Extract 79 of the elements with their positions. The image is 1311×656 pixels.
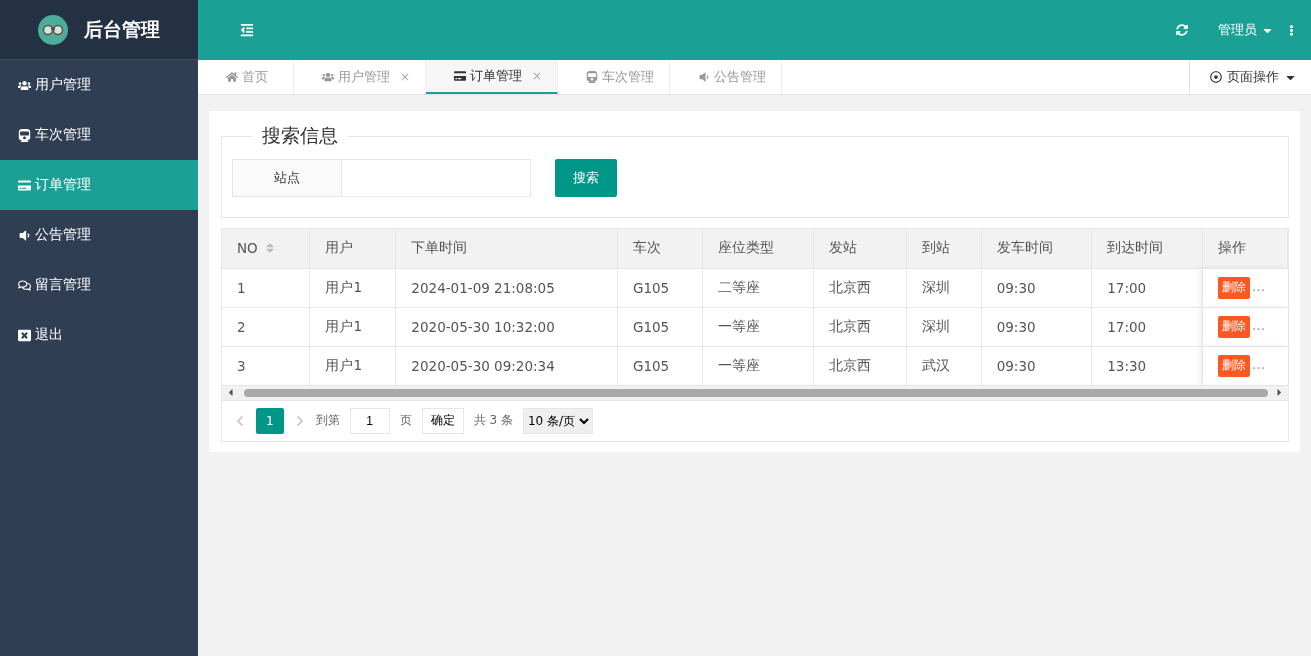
table-cell: 北京西 [813,346,907,385]
table-cell: 17:00 [1091,307,1203,346]
close-icon[interactable]: × [400,70,411,84]
search-legend: 搜索信息 [252,123,348,149]
users-icon [18,78,31,92]
close-icon[interactable]: × [532,69,543,83]
column-header: 用户 [309,229,396,268]
table-cell: 深圳 [906,268,982,307]
station-field[interactable]: 站点 [232,159,531,197]
sidebar-item[interactable]: 车次管理 [0,110,198,160]
sidebar-item[interactable]: 用户管理 [0,60,198,110]
goto-page-input[interactable]: 1 [349,407,390,434]
page-tab[interactable]: 订单管理 × [426,60,559,94]
table-cell: 2024-01-09 21:08:05 [395,268,618,307]
table-cell: 13:30 [1091,346,1203,385]
refresh-icon[interactable] [1176,24,1188,36]
delete-button[interactable]: 删除 [1217,354,1250,377]
card-icon [454,70,467,82]
table-cell: 深圳 [906,307,982,346]
table-cell: 用户1 [309,307,396,346]
table-cell: 一等座 [702,307,814,346]
user-menu[interactable]: 管理员 [1218,21,1274,39]
sidebar-item[interactable]: 留言管理 [0,260,198,310]
sidebar-item[interactable]: 退出 [0,310,198,360]
table-cell: 2020-05-30 10:32:00 [395,307,618,346]
table-cell: 1 [222,268,310,307]
sidebar-item[interactable]: 公告管理 [0,210,198,260]
speaker-icon [18,228,31,242]
table-cell: 二等座 [702,268,814,307]
table-cell: 09:30 [981,307,1092,346]
table-cell: G105 [617,268,703,307]
page-number[interactable]: 1 [256,407,284,434]
page-size-select[interactable]: 10 条/页 [522,407,593,434]
page-ops-menu[interactable]: 页面操作 [1189,60,1311,94]
column-header: 发站 [813,229,907,268]
card-icon [18,178,31,192]
table-cell: 武汉 [906,346,982,385]
table-cell: 北京西 [813,307,907,346]
table-cell: 2020-05-30 09:20:34 [395,346,618,385]
table-cell: 09:30 [981,346,1092,385]
table-cell: 用户1 [309,346,396,385]
search-button[interactable]: 搜索 [555,159,617,197]
ellipsis-icon: … [1251,356,1266,372]
total-count: 共 3 条 [473,412,513,429]
delete-button[interactable]: 删除 [1217,276,1250,299]
table-cell: G105 [617,346,703,385]
train-icon [586,71,599,83]
column-header: 车次 [617,229,703,268]
exit-icon [18,328,31,342]
table-cell: 2 [222,307,310,346]
column-header: 下单时间 [395,229,618,268]
chat-icon [18,278,31,292]
train-icon [18,128,31,142]
column-header: 座位类型 [702,229,814,268]
table-cell: 3 [222,346,310,385]
table-cell: 一等座 [702,346,814,385]
users-icon [322,71,334,83]
speaker-icon [698,71,711,83]
goto-label: 到第 [315,412,340,429]
column-header: 操作 [1202,229,1288,268]
menu-toggle-icon[interactable] [240,23,254,37]
home-icon [226,71,238,83]
column-header: 发车时间 [981,229,1092,268]
binoculars-icon [38,14,68,45]
column-header: 到站 [906,229,982,268]
page-unit-label: 页 [399,412,412,429]
sidebar-item[interactable]: 订单管理 [0,160,198,210]
table-cell: 17:00 [1091,268,1203,307]
table-cell: G105 [617,307,703,346]
ellipsis-icon: … [1251,278,1266,294]
column-header: NO [222,229,310,268]
column-header: 到达时间 [1091,229,1203,268]
delete-button[interactable]: 删除 [1217,315,1250,338]
table-cell: 用户1 [309,268,396,307]
confirm-button[interactable]: 确定 [421,407,464,434]
table-cell: 北京西 [813,268,907,307]
app-title: 后台管理 [84,16,160,42]
table-cell: 09:30 [981,268,1092,307]
ellipsis-icon: … [1251,317,1266,333]
